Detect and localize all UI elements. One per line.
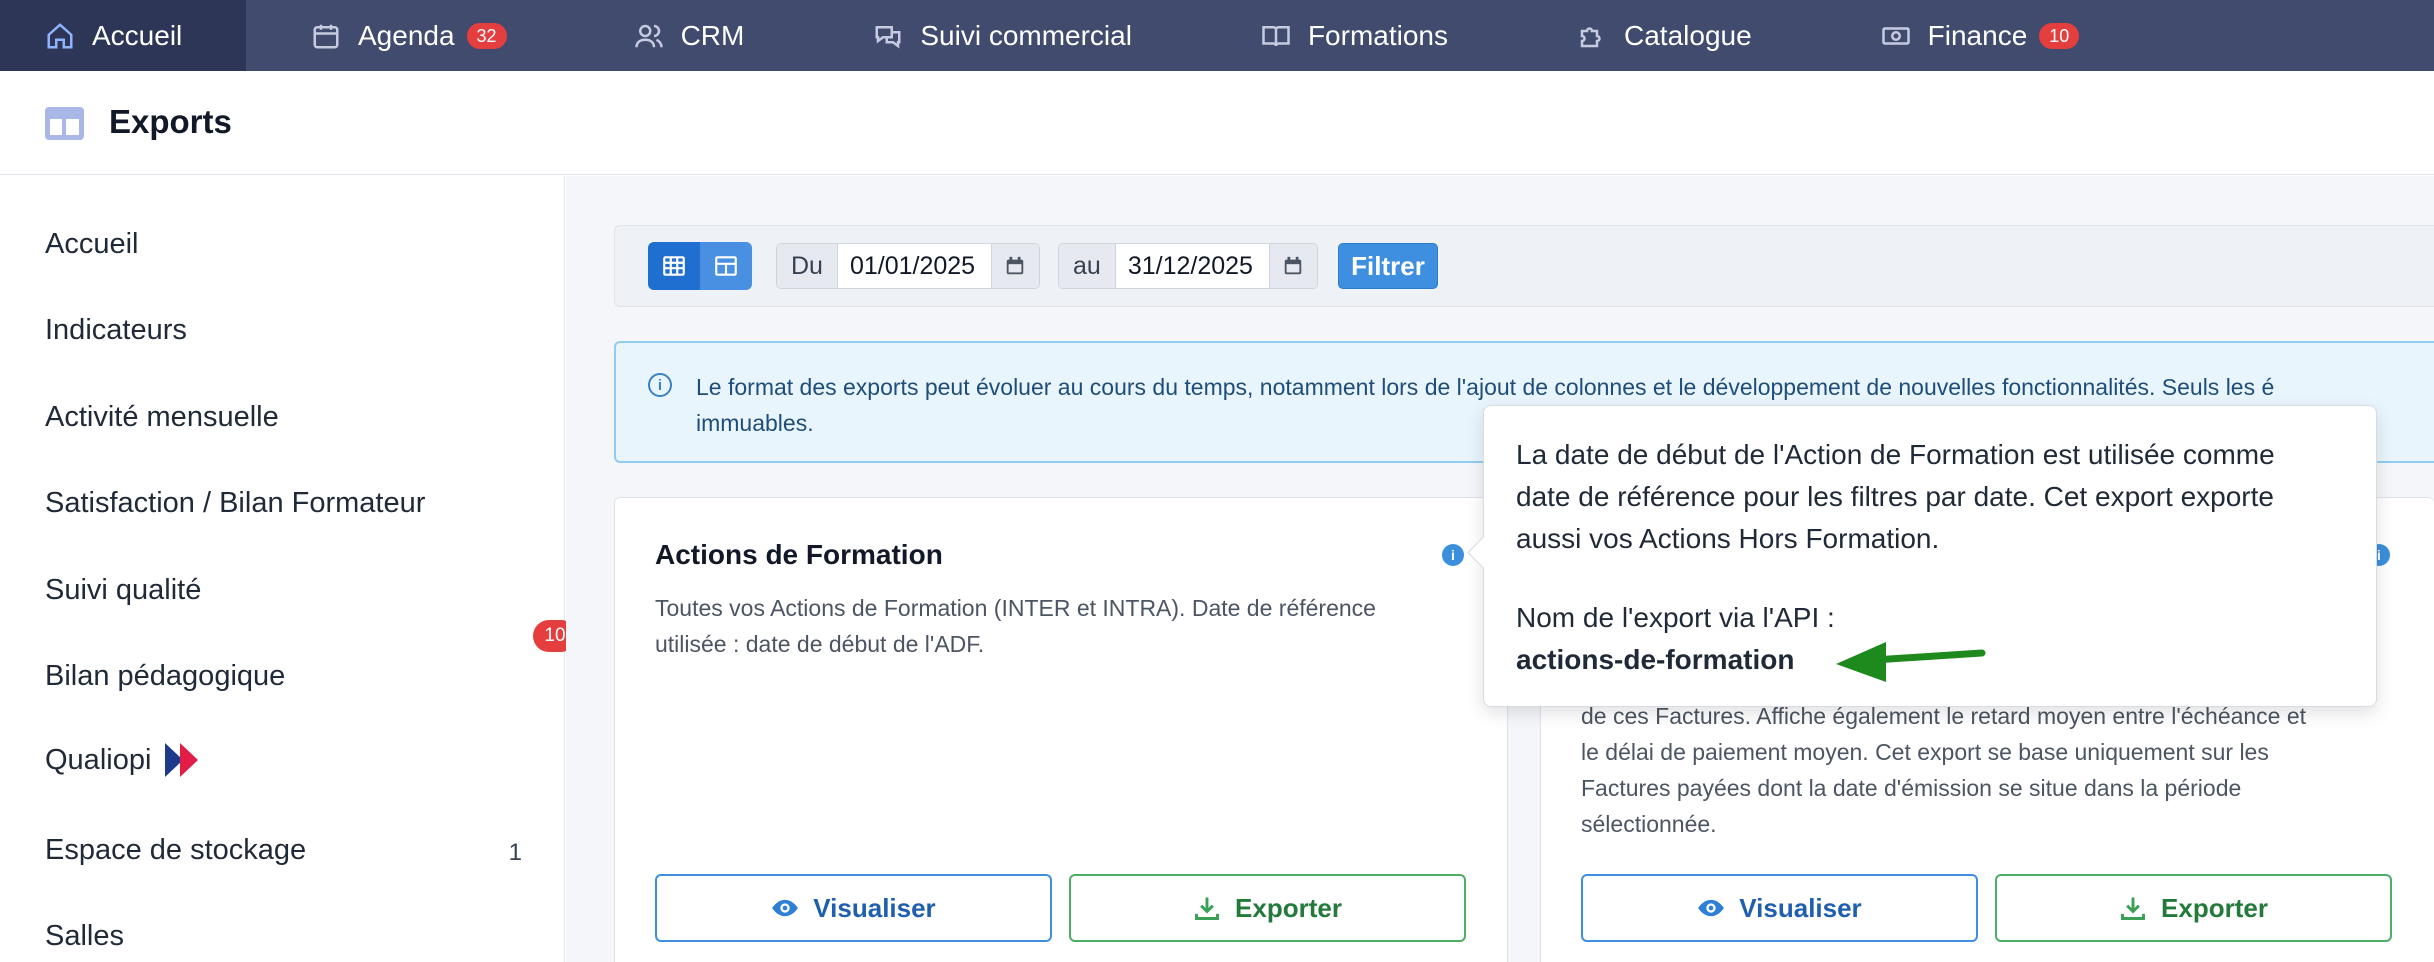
sidebar-item-label: Suivi qualité [45,574,202,606]
export-card-actions-formation: Actions de Formation i Toutes vos Action… [614,497,1508,962]
chat-icon [872,20,904,52]
export-button[interactable]: Exporter [1995,874,2392,942]
date-to-input[interactable] [1115,244,1269,288]
sidebar-item-label: Bilan pédagogique [45,660,286,692]
nav-item-accueil[interactable]: Accueil [0,0,246,71]
filter-bar: Du au Filtrer [614,225,2434,307]
sidebar-item-label: Activité mensuelle [45,401,279,433]
card-description-line: Factures payées dont la date d'émission … [1581,775,2242,801]
qualiopi-logo-icon [165,743,203,777]
sidebar-item-label: Salles [45,920,124,952]
sidebar-item-qualiopi[interactable]: Qualiopi [45,743,203,777]
users-icon [633,20,665,52]
book-icon [1260,20,1292,52]
card-view-toggle[interactable] [700,242,752,290]
visualize-button[interactable]: Visualiser [1581,874,1978,942]
info-icon[interactable]: i [1442,544,1464,566]
nav-label: Accueil [92,19,183,51]
storage-count: 1 [508,839,522,866]
export-button[interactable]: Exporter [1069,874,1466,942]
sidebar-item-espace-stockage[interactable]: Espace de stockage [45,834,306,867]
card-description-line: Toutes vos Actions de Formation (INTER e… [655,595,1376,621]
grid-view-toggle[interactable] [648,242,700,290]
sidebar-item-label: Satisfaction / Bilan Formateur [45,487,426,519]
nav-item-formations[interactable]: Formations [1260,0,1448,71]
calendar-icon [310,20,342,52]
card-description-line: utilisée : date de début de l'ADF. [655,631,985,657]
sidebar-item-label: Indicateurs [45,314,187,346]
sidebar-item-suivi-qualite[interactable]: Suivi qualité [45,574,201,607]
filter-button[interactable]: Filtrer [1338,243,1438,289]
page-header: Exports [0,71,2434,175]
button-label: Visualiser [813,892,936,923]
money-icon [1880,20,1912,52]
nav-item-finance[interactable]: Finance 10 [1880,0,2080,71]
sidebar-item-activite-mensuelle[interactable]: Activité mensuelle [45,401,279,434]
date-to-group: au [1058,243,1318,289]
date-to-prefix: au [1059,244,1116,288]
nav-label: Catalogue [1624,19,1752,51]
card-description-line: sélectionnée. [1581,811,1717,837]
sidebar-item-satisfaction[interactable]: Satisfaction / Bilan Formateur [45,487,425,520]
visualize-button[interactable]: Visualiser [655,874,1052,942]
info-icon: i [648,373,672,397]
eye-icon [772,899,799,917]
button-label: Exporter [2161,892,2268,923]
eye-icon [1698,899,1725,917]
nav-item-agenda[interactable]: Agenda 32 [310,0,507,71]
card-description: Toutes vos Actions de Formation (INTER e… [655,590,1376,662]
calendar-icon[interactable] [990,244,1039,288]
tooltip-text: La date de début de l'Action de Formatio… [1516,434,2356,560]
agenda-badge: 32 [466,22,507,49]
tooltip-api-name: actions-de-formation [1516,644,1795,675]
date-from-prefix: Du [777,244,838,288]
sidebar-item-label: Qualiopi [45,743,152,776]
calendar-icon[interactable] [1268,244,1317,288]
tooltip-api-label: Nom de l'export via l'API : [1516,602,1835,633]
sidebar-item-label: Espace de stockage [45,834,307,866]
puzzle-icon [1576,20,1608,52]
nav-item-suivi-commercial[interactable]: Suivi commercial [872,0,1132,71]
alert-line: Le format des exports peut évoluer au co… [696,374,2275,400]
download-icon [2121,897,2145,920]
date-from-input[interactable] [837,244,991,288]
sidebar-item-bilan-pedagogique[interactable]: Bilan pédagogique [45,660,285,693]
button-label: Visualiser [1739,892,1862,923]
tooltip-line: aussi vos Actions Hors Formation. [1516,523,1940,554]
annotation-arrow-icon [1836,642,1986,682]
nav-label: Agenda [358,19,455,51]
sidebar-item-accueil[interactable]: Accueil [45,228,139,261]
table-icon [45,107,84,140]
sidebar-item-indicateurs[interactable]: Indicateurs [45,314,187,347]
tooltip-line: date de référence pour les filtres par d… [1516,481,2274,512]
download-icon [1195,897,1219,920]
date-from-group: Du [776,243,1040,289]
card-title: Actions de Formation [655,539,943,570]
card-description-line: le délai de paiement moyen. Cet export s… [1581,739,2269,765]
sidebar-item-label: Accueil [45,228,139,260]
finance-badge: 10 [2039,22,2080,49]
top-navigation: Accueil Agenda 32 CRM Suivi commercial F… [0,0,2434,71]
sidebar: Accueil Indicateurs Activité mensuelle S… [0,176,565,962]
nav-item-crm[interactable]: CRM [633,0,745,71]
tooltip-line: La date de début de l'Action de Formatio… [1516,439,2275,470]
nav-item-catalogue[interactable]: Catalogue [1576,0,1752,71]
button-label: Exporter [1235,892,1342,923]
grid-icon [663,256,685,276]
nav-label: Suivi commercial [920,19,1132,51]
sidebar-item-salles[interactable]: Salles [45,920,124,953]
nav-label: Finance [1927,19,2028,51]
page-title: Exports [109,103,232,140]
nav-label: Formations [1307,19,1448,51]
home-icon [44,20,76,52]
card-description: de ces Factures. Affiche également le re… [1581,698,2306,842]
nav-label: CRM [680,19,745,51]
layout-icon [715,256,737,276]
